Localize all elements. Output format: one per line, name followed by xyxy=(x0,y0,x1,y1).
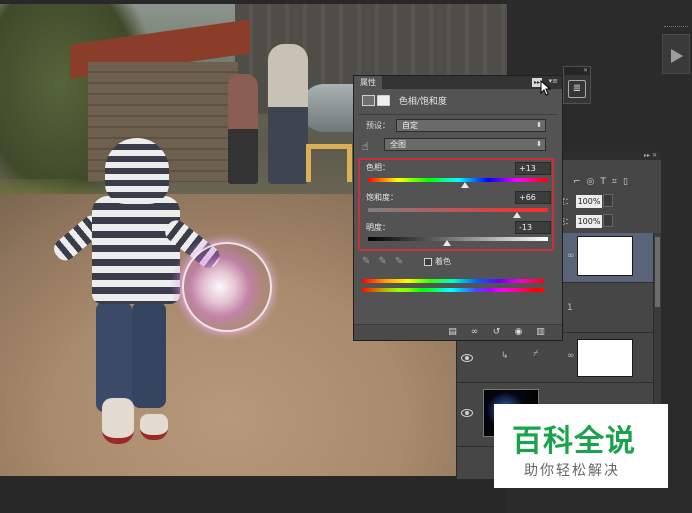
lightness-slider-knob[interactable] xyxy=(443,240,452,246)
child-shoe xyxy=(140,414,168,440)
preset-select[interactable]: 自定 ⬍ xyxy=(396,119,546,132)
opacity-field[interactable]: 100% xyxy=(576,195,602,208)
watermark-logo: 百科全说 助你轻松解决 xyxy=(494,404,668,488)
colorize-checkbox[interactable] xyxy=(424,257,432,266)
adjustment-title: 色相/饱和度 xyxy=(398,97,447,107)
eyedropper-minus-icon[interactable]: ✎ xyxy=(395,256,411,267)
child-leg xyxy=(132,302,166,408)
clip-to-layer-icon[interactable]: ▤ xyxy=(446,327,459,338)
clip-arrow-icon: ↳ xyxy=(501,351,509,361)
stepper-arrows-icon: ⬍ xyxy=(536,140,542,148)
layer-mask-thumbnail[interactable] xyxy=(577,236,633,276)
filter-type-icon[interactable]: T xyxy=(600,177,612,187)
eyedropper-plus-icon[interactable]: ✎ xyxy=(378,256,394,267)
properties-bottom-bar: ▤ ∞ ↺ ◉ ▥ xyxy=(354,324,562,340)
mini-panel-close[interactable]: ✕ xyxy=(564,67,590,75)
hue-label: 色相： xyxy=(366,163,390,172)
fill-field[interactable]: 100% xyxy=(576,215,602,228)
layer-mask-thumbnail[interactable] xyxy=(577,339,633,377)
adjustments-mini-panel[interactable]: ✕ ≣ xyxy=(563,66,591,104)
lightness-label: 明度： xyxy=(366,223,390,232)
child-leg xyxy=(96,302,132,412)
dock-grip[interactable] xyxy=(664,26,688,32)
layer-mask-icon[interactable] xyxy=(377,95,390,106)
hue-slider-knob[interactable] xyxy=(461,182,470,188)
opacity-row: 度： 100% xyxy=(557,194,613,210)
colorize-option[interactable]: 着色 xyxy=(424,256,451,267)
channel-select[interactable]: 全图 ⬍ xyxy=(384,138,546,151)
reset-icon[interactable]: ↺ xyxy=(490,327,503,338)
eyedropper-tools: ✎✎✎ xyxy=(362,256,411,267)
saturation-value-field[interactable]: +66 xyxy=(515,191,551,204)
adjustments-icon[interactable]: ≣ xyxy=(568,80,586,98)
watermark-subtitle: 助你轻松解决 xyxy=(524,463,620,479)
fill-row: 充： 100% xyxy=(557,214,613,230)
adjustment-layer-icon[interactable] xyxy=(362,95,375,106)
watermark-title: 百科全说 xyxy=(512,424,636,459)
eyedropper-icon[interactable]: ✎ xyxy=(362,256,378,267)
input-color-bar xyxy=(362,279,544,283)
targeted-adjustment-hand-icon[interactable]: ☝ xyxy=(362,140,376,153)
saturation-label: 饱和度： xyxy=(366,193,398,202)
layers-scrollbar[interactable] xyxy=(653,233,661,433)
view-previous-state-icon[interactable]: ∞ xyxy=(468,327,481,338)
child-body xyxy=(92,196,180,304)
child-hood xyxy=(105,138,169,204)
curves-adjustment-icon: ⌿ xyxy=(533,349,539,359)
colorize-label: 着色 xyxy=(435,257,451,266)
light-ring-effect xyxy=(182,242,272,332)
stepper-arrows-icon: ⬍ xyxy=(536,121,542,129)
adjustment-header: 色相/饱和度 xyxy=(362,94,552,110)
filter-shape-icon[interactable]: ⌗ xyxy=(612,177,623,187)
properties-panel[interactable]: 属性 ▸▸ ▾≡ 色相/饱和度 预设： 自定 ⬍ ☝ 全图 ⬍ 色相： +13 饱和… xyxy=(353,75,563,341)
fill-dropdown[interactable] xyxy=(603,214,613,227)
visibility-eye-icon[interactable] xyxy=(461,354,473,362)
opacity-dropdown[interactable] xyxy=(603,194,613,207)
visibility-eye-icon[interactable] xyxy=(461,409,473,417)
lightness-value-field[interactable]: -13 xyxy=(515,221,551,234)
highlight-box: 色相： +13 饱和度： +66 明度： -13 xyxy=(358,158,554,251)
link-icon: ∞ xyxy=(567,351,575,361)
photo-bench xyxy=(306,144,352,182)
preset-label: 预设： xyxy=(366,121,390,130)
scrollbar-thumb[interactable] xyxy=(655,237,660,307)
preset-value: 自定 xyxy=(402,121,418,130)
saturation-slider-knob[interactable] xyxy=(513,212,522,218)
channel-value: 全图 xyxy=(390,140,406,149)
collapsed-panel-dock[interactable] xyxy=(662,34,690,74)
child-shoe xyxy=(102,398,134,444)
filter-adjust-icon[interactable]: ◎ xyxy=(587,177,601,187)
photo-person xyxy=(228,74,258,184)
hue-slider-track[interactable] xyxy=(368,178,548,182)
divider xyxy=(358,114,558,115)
expand-arrow-icon[interactable] xyxy=(671,49,683,63)
lightness-slider-track[interactable] xyxy=(368,237,548,241)
output-color-bar xyxy=(362,288,544,292)
layer-marker-icon: 1 xyxy=(567,303,573,313)
filter-smart-icon[interactable]: ▯ xyxy=(623,177,634,187)
properties-tabbar: 属性 ▸▸ ▾≡ xyxy=(354,76,562,89)
photo-person xyxy=(268,44,308,184)
hue-value-field[interactable]: +13 xyxy=(515,162,551,175)
tab-properties[interactable]: 属性 xyxy=(354,76,382,89)
toggle-visibility-icon[interactable]: ◉ xyxy=(512,327,525,338)
delete-icon[interactable]: ▥ xyxy=(534,327,547,338)
layer-filter-icons[interactable]: ⌐◎T⌗▯ xyxy=(573,177,643,191)
link-icon: ∞ xyxy=(567,251,575,261)
filter-pixel-icon[interactable]: ⌐ xyxy=(573,177,587,187)
